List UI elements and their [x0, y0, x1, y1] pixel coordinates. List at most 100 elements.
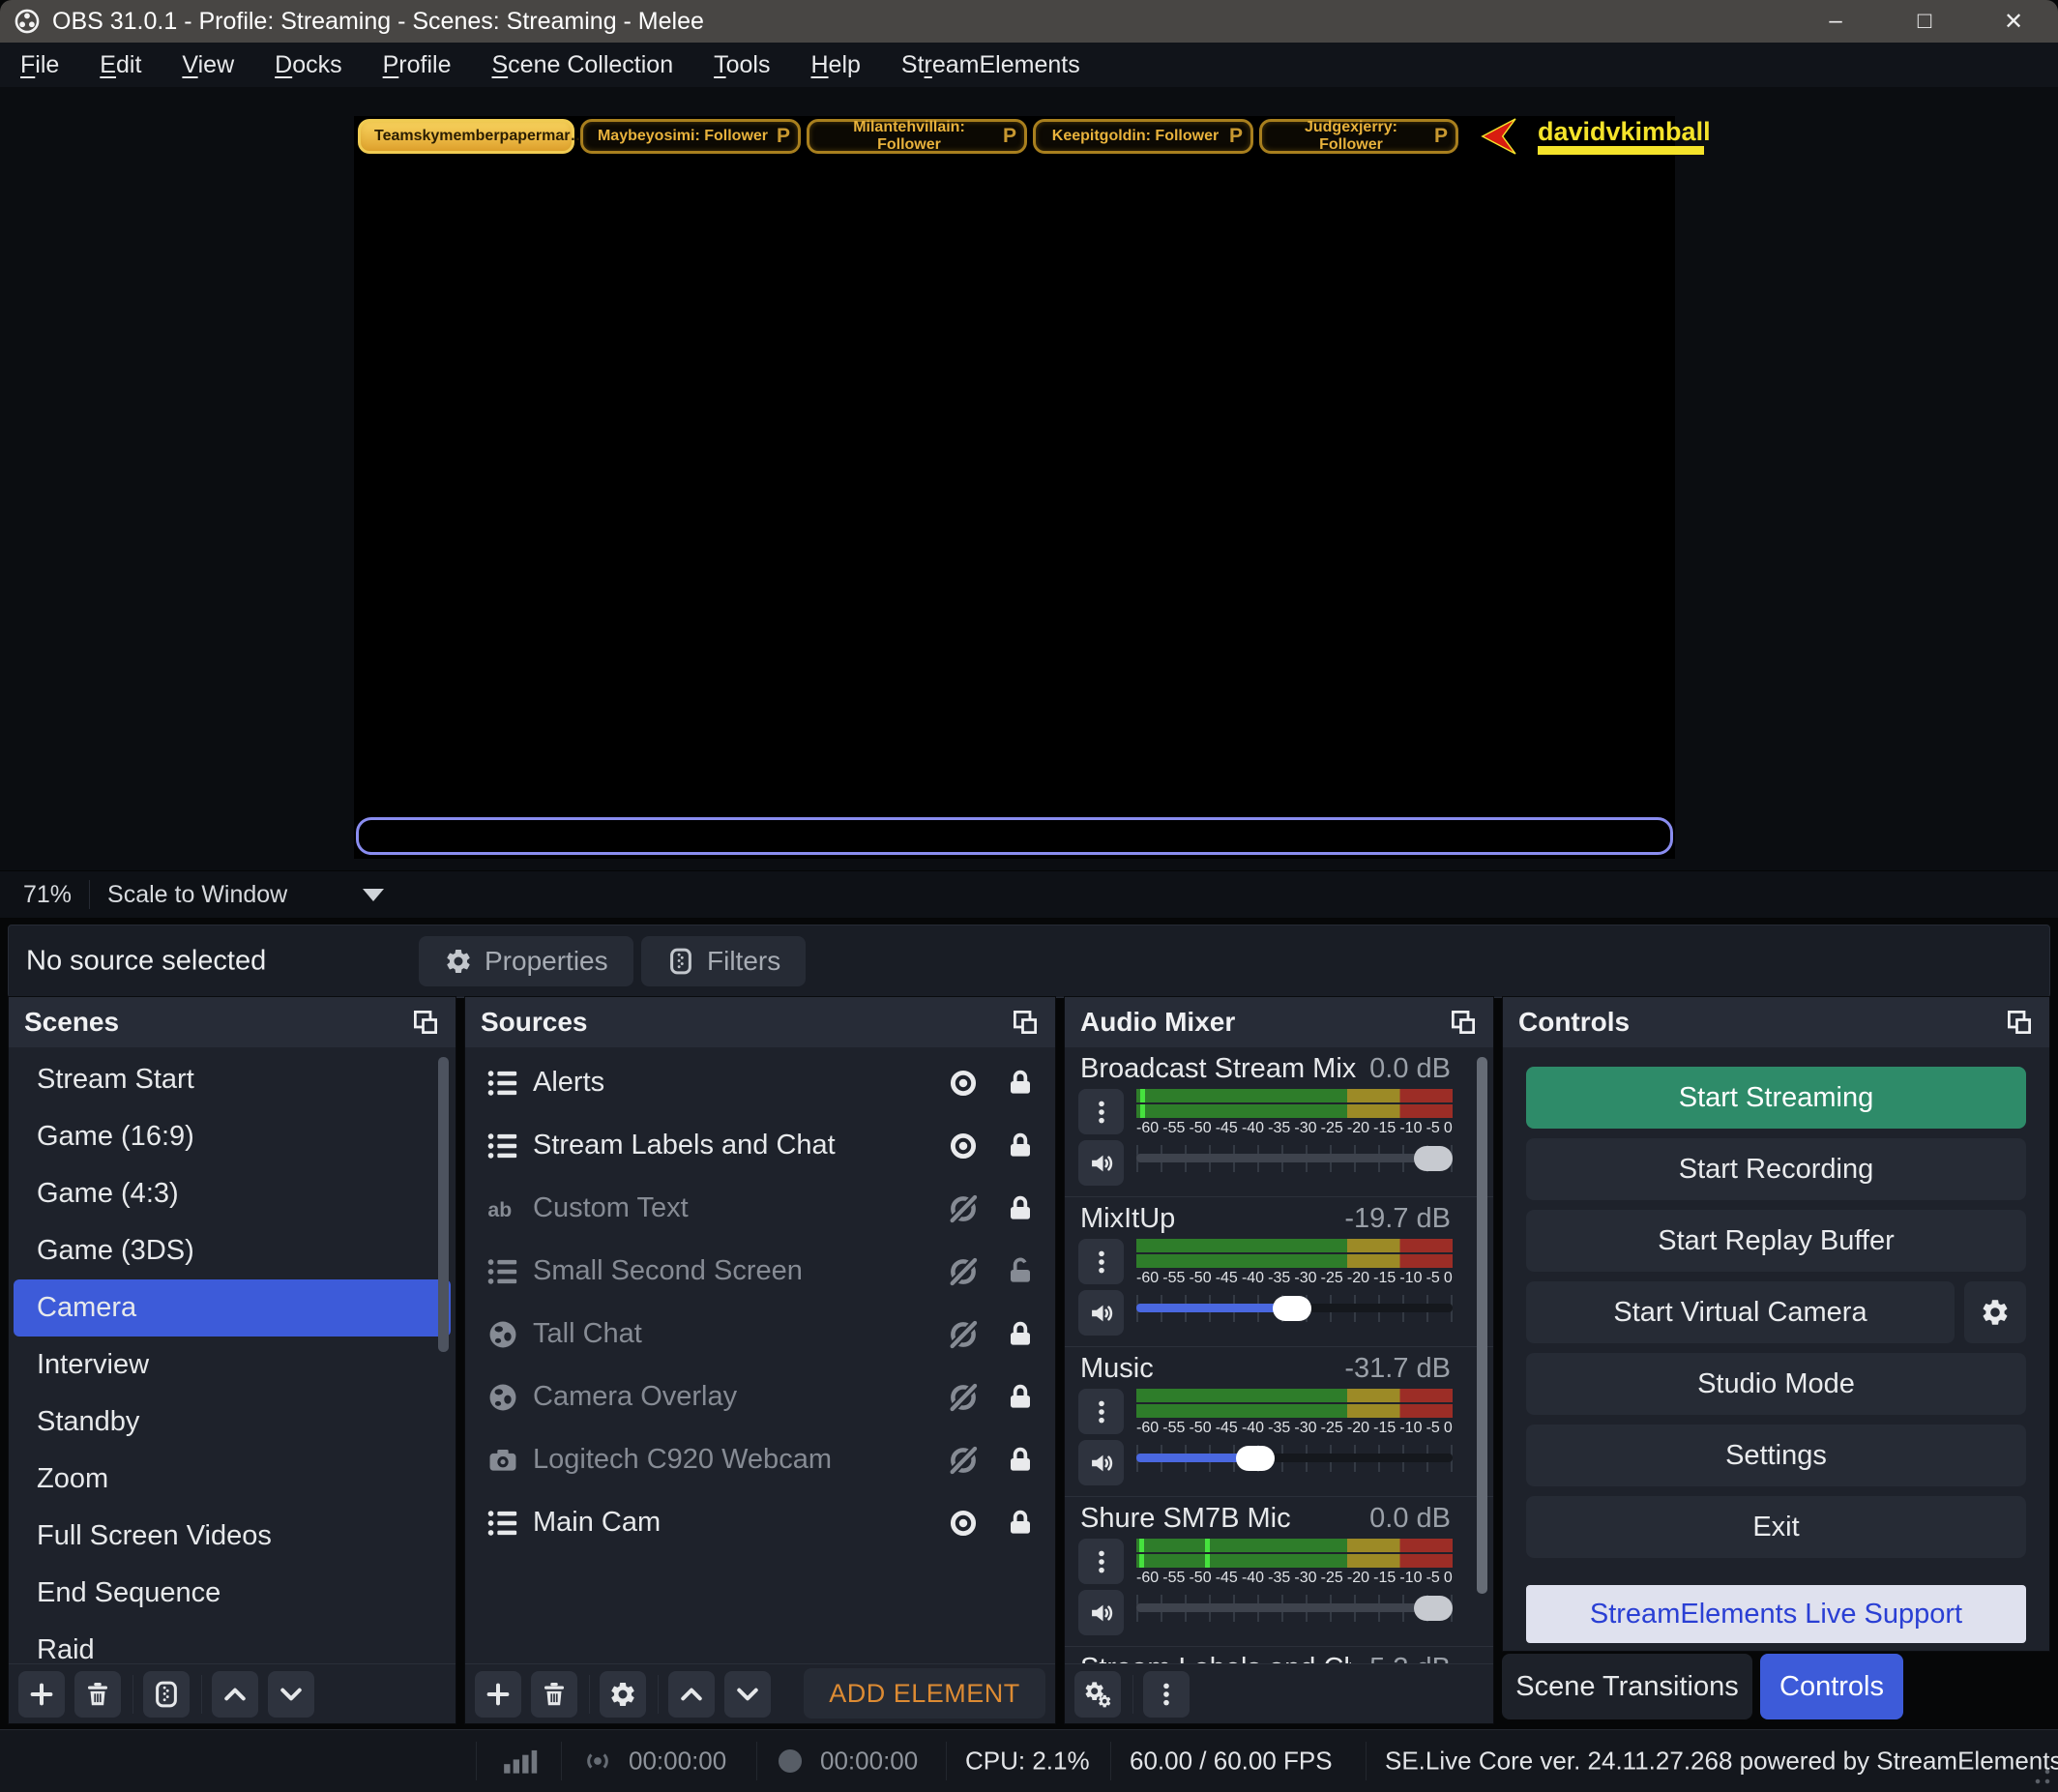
start-replay-buffer-button[interactable]: Start Replay Buffer: [1526, 1210, 2026, 1272]
menu-tools[interactable]: Tools: [693, 51, 790, 79]
lock-icon[interactable]: [1005, 1131, 1036, 1161]
add-element-button[interactable]: ADD ELEMENT: [804, 1668, 1045, 1719]
lock-icon[interactable]: [1005, 1445, 1036, 1476]
start-recording-button[interactable]: Start Recording: [1526, 1138, 2026, 1200]
remove-scene-button[interactable]: [74, 1671, 121, 1718]
menu-edit[interactable]: Edit: [79, 51, 162, 79]
scene-item[interactable]: Game (3DS): [14, 1222, 451, 1279]
scene-item[interactable]: Full Screen Videos: [14, 1508, 451, 1565]
settings-button[interactable]: Settings: [1526, 1425, 2026, 1486]
channel-menu-button[interactable]: [1078, 1089, 1124, 1134]
properties-button[interactable]: Properties: [419, 936, 633, 986]
advanced-audio-button[interactable]: [1074, 1671, 1121, 1718]
volume-slider[interactable]: [1136, 1444, 1453, 1473]
menu-docks[interactable]: Docks: [254, 51, 362, 79]
popout-icon[interactable]: [2005, 1008, 2034, 1037]
slider-handle[interactable]: [1273, 1296, 1311, 1321]
popout-icon[interactable]: [411, 1008, 440, 1037]
menu-file[interactable]: File: [0, 51, 79, 79]
slider-handle[interactable]: [1414, 1596, 1453, 1621]
popout-icon[interactable]: [1011, 1008, 1040, 1037]
lock-open-icon[interactable]: [1005, 1256, 1036, 1287]
lock-icon[interactable]: [1005, 1319, 1036, 1350]
start-virtual-camera-button[interactable]: Start Virtual Camera: [1526, 1281, 1955, 1343]
volume-slider[interactable]: [1136, 1594, 1453, 1623]
source-row[interactable]: Small Second Screen: [465, 1240, 1055, 1303]
scene-filters-button[interactable]: [143, 1671, 190, 1718]
volume-slider[interactable]: [1136, 1294, 1453, 1323]
volume-slider[interactable]: [1136, 1144, 1453, 1173]
mixer-scrollbar[interactable]: [1477, 1057, 1487, 1594]
source-row[interactable]: Tall Chat: [465, 1303, 1055, 1366]
move-scene-up-button[interactable]: [212, 1671, 258, 1718]
virtual-camera-settings-button[interactable]: [1964, 1281, 2026, 1343]
source-properties-button[interactable]: [600, 1671, 646, 1718]
scenes-scrollbar[interactable]: [438, 1057, 449, 1352]
source-row[interactable]: Custom Text: [465, 1177, 1055, 1240]
studio-mode-button[interactable]: Studio Mode: [1526, 1353, 2026, 1415]
source-row[interactable]: Camera Overlay: [465, 1366, 1055, 1428]
visibility-off-icon[interactable]: [947, 1255, 980, 1288]
scene-item[interactable]: Stream Start: [14, 1051, 451, 1108]
mute-button[interactable]: [1078, 1140, 1124, 1186]
menu-help[interactable]: Help: [790, 51, 880, 79]
scene-item[interactable]: Standby: [14, 1394, 451, 1451]
visibility-on-icon[interactable]: [947, 1067, 980, 1100]
scale-mode[interactable]: Scale to Window: [107, 881, 287, 909]
visibility-off-icon[interactable]: [947, 1444, 980, 1477]
visibility-off-icon[interactable]: [947, 1192, 980, 1225]
menu-profile[interactable]: Profile: [363, 51, 472, 79]
scene-item[interactable]: Raid: [14, 1622, 451, 1664]
scene-item[interactable]: Game (16:9): [14, 1108, 451, 1165]
mute-button[interactable]: [1078, 1590, 1124, 1635]
move-source-down-button[interactable]: [724, 1671, 771, 1718]
start-streaming-button[interactable]: Start Streaming: [1526, 1067, 2026, 1129]
close-button[interactable]: ✕: [1969, 0, 2058, 43]
lock-icon[interactable]: [1005, 1508, 1036, 1539]
add-scene-button[interactable]: [18, 1671, 65, 1718]
source-row[interactable]: Stream Labels and Chat: [465, 1114, 1055, 1177]
visibility-on-icon[interactable]: [947, 1507, 980, 1540]
menu-streamelements[interactable]: StreamElements: [881, 51, 1101, 79]
menu-scene-collection[interactable]: Scene Collection: [471, 51, 693, 79]
lock-icon[interactable]: [1005, 1382, 1036, 1413]
channel-menu-button[interactable]: [1078, 1539, 1124, 1584]
source-row[interactable]: Logitech C920 Webcam: [465, 1428, 1055, 1491]
source-selection-outline[interactable]: [356, 817, 1673, 855]
scene-item[interactable]: Game (4:3): [14, 1165, 451, 1222]
minimize-button[interactable]: –: [1791, 0, 1880, 43]
source-row[interactable]: Alerts: [465, 1051, 1055, 1114]
mixer-menu-button[interactable]: [1143, 1671, 1190, 1718]
channel-menu-button[interactable]: [1078, 1389, 1124, 1434]
scene-item[interactable]: Zoom: [14, 1451, 451, 1508]
preview-canvas[interactable]: Teamskymemberpapermar…P Maybeyosimi: Fol…: [354, 116, 1675, 859]
add-source-button[interactable]: [475, 1671, 521, 1718]
slider-handle[interactable]: [1414, 1146, 1453, 1171]
tab-scene-transitions[interactable]: Scene Transitions: [1502, 1654, 1752, 1719]
scene-item[interactable]: Interview: [14, 1337, 451, 1394]
popout-icon[interactable]: [1449, 1008, 1478, 1037]
scene-item[interactable]: End Sequence: [14, 1565, 451, 1622]
mute-button[interactable]: [1078, 1440, 1124, 1485]
filters-button[interactable]: Filters: [641, 936, 806, 986]
zoom-level[interactable]: 71%: [23, 881, 72, 909]
move-scene-down-button[interactable]: [268, 1671, 314, 1718]
move-source-up-button[interactable]: [668, 1671, 715, 1718]
channel-menu-button[interactable]: [1078, 1239, 1124, 1284]
resize-grip[interactable]: [2035, 1769, 2050, 1784]
tab-controls[interactable]: Controls: [1760, 1654, 1903, 1719]
remove-source-button[interactable]: [531, 1671, 577, 1718]
slider-handle[interactable]: [1236, 1446, 1275, 1471]
dropdown-caret-icon[interactable]: [363, 889, 384, 901]
source-row[interactable]: Main Cam: [465, 1491, 1055, 1554]
maximize-button[interactable]: □: [1880, 0, 1969, 43]
exit-button[interactable]: Exit: [1526, 1496, 2026, 1558]
menu-view[interactable]: View: [162, 51, 254, 79]
lock-icon[interactable]: [1005, 1193, 1036, 1224]
scene-item-selected[interactable]: Camera: [14, 1279, 451, 1337]
mute-button[interactable]: [1078, 1290, 1124, 1336]
lock-icon[interactable]: [1005, 1068, 1036, 1099]
visibility-off-icon[interactable]: [947, 1381, 980, 1414]
visibility-on-icon[interactable]: [947, 1130, 980, 1162]
visibility-off-icon[interactable]: [947, 1318, 980, 1351]
